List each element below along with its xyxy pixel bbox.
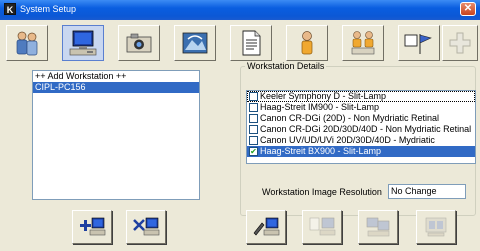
group-legend: Workstation Details <box>245 61 327 71</box>
device-item[interactable]: Canon CR-DGi (20D) - Non Mydriatic Retin… <box>247 113 475 124</box>
device-item[interactable]: Haag-Streit IM900 - Slit-Lamp <box>247 102 475 113</box>
settings-computer-icon <box>425 217 447 237</box>
document-icon <box>242 30 261 56</box>
person-icon <box>301 31 313 55</box>
device-checkbox[interactable] <box>249 125 258 134</box>
device-label: Canon CR-DGi 20D/30D/40D - Non Mydriatic… <box>260 124 472 134</box>
device-checkbox-checked[interactable]: ✔ <box>249 147 258 156</box>
system-setup-window: K System Setup ✕ ++ Add Workstation ++ C… <box>0 0 480 251</box>
window-title: System Setup <box>20 4 77 14</box>
list-item-add-workstation[interactable]: ++ Add Workstation ++ <box>33 71 199 82</box>
workstation-list[interactable]: ++ Add Workstation ++ CIPL-PC156 <box>32 70 200 200</box>
device-list[interactable]: Keeler Symphony D - Slit-Lamp Haag-Strei… <box>246 90 476 164</box>
add-cross-icon <box>449 32 471 54</box>
device-item[interactable]: Canon CR-DGi 20D/30D/40D - Non Mydriatic… <box>247 124 475 135</box>
delete-computer-icon <box>133 217 160 236</box>
resolution-input[interactable]: No Change <box>388 184 466 199</box>
camera-button[interactable] <box>118 25 160 61</box>
users-button[interactable] <box>6 25 48 61</box>
add-computer-icon <box>80 217 106 236</box>
edit-device-button[interactable] <box>246 210 286 244</box>
delete-workstation-button[interactable] <box>126 210 166 244</box>
device-checkbox[interactable] <box>249 114 258 123</box>
device-copy-button[interactable] <box>358 210 398 244</box>
copy-computer-icon <box>366 217 390 237</box>
device-checkbox[interactable] <box>249 92 258 101</box>
device-label: Haag-Streit IM900 - Slit-Lamp <box>260 102 380 112</box>
device-document-button[interactable] <box>302 210 342 244</box>
device-item[interactable]: Canon UV/UD/UVi 20D/30D/40D - Mydriatic <box>247 135 475 146</box>
document-computer-icon <box>309 217 336 236</box>
flag-button[interactable] <box>398 25 440 61</box>
device-checkbox[interactable] <box>249 136 258 145</box>
group-icon <box>351 31 375 55</box>
device-checkbox[interactable] <box>249 103 258 112</box>
list-item-workstation[interactable]: CIPL-PC156 <box>33 82 199 93</box>
document-button[interactable] <box>230 25 272 61</box>
title-bar[interactable]: K System Setup ✕ <box>0 0 480 20</box>
camera-icon <box>126 33 152 53</box>
workstation-icon <box>69 30 97 56</box>
close-button[interactable]: ✕ <box>460 2 476 16</box>
add-button[interactable] <box>442 25 478 61</box>
device-label: Haag-Streit BX900 - Slit-Lamp <box>260 146 382 156</box>
toolbar <box>0 20 480 65</box>
workstation-button[interactable] <box>62 25 104 61</box>
device-label: Canon UV/UD/UVi 20D/30D/40D - Mydriatic <box>260 135 435 145</box>
device-label: Canon CR-DGi (20D) - Non Mydriatic Retin… <box>260 113 440 123</box>
flag-icon <box>404 34 432 54</box>
device-label: Keeler Symphony D - Slit-Lamp <box>260 91 387 101</box>
add-workstation-button[interactable] <box>72 210 112 244</box>
app-icon: K <box>4 3 16 15</box>
person-button[interactable] <box>286 25 328 61</box>
group-button[interactable] <box>342 25 384 61</box>
edit-computer-icon <box>253 217 280 236</box>
device-item[interactable]: ✔ Haag-Streit BX900 - Slit-Lamp <box>247 146 475 157</box>
resolution-label: Workstation Image Resolution <box>262 187 382 197</box>
device-settings-button[interactable] <box>416 210 456 244</box>
users-icon <box>16 31 38 56</box>
image-button[interactable] <box>174 25 216 61</box>
eye-image-icon <box>182 32 208 54</box>
device-item[interactable]: Keeler Symphony D - Slit-Lamp <box>247 91 475 102</box>
